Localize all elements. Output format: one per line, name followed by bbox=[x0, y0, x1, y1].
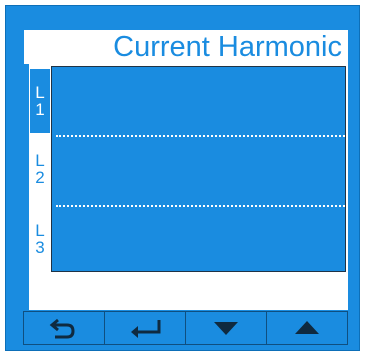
phase-letter: L bbox=[35, 151, 45, 170]
down-triangle-icon bbox=[214, 322, 238, 335]
tab-phase-l3[interactable]: L 3 bbox=[29, 206, 51, 272]
phase-letter: L bbox=[35, 83, 45, 102]
tab-phase-l1[interactable]: L 1 bbox=[29, 68, 51, 134]
device-display-frame: Current Harmonic L 1 L 2 L 3 bbox=[5, 5, 360, 351]
harmonic-display: L 1 L 2 L 3 bbox=[29, 64, 348, 274]
tab-phase-l2[interactable]: L 2 bbox=[29, 136, 51, 202]
down-button[interactable] bbox=[185, 311, 267, 345]
phase-divider bbox=[56, 205, 345, 207]
back-arrow-icon bbox=[49, 318, 75, 339]
phase-divider bbox=[56, 135, 345, 137]
enter-button[interactable] bbox=[104, 311, 186, 345]
page-title: Current Harmonic bbox=[24, 30, 348, 64]
phase-number: 1 bbox=[35, 100, 45, 119]
phase-letter: L bbox=[35, 221, 45, 240]
back-button[interactable] bbox=[23, 311, 105, 345]
up-triangle-icon bbox=[295, 321, 319, 334]
softkey-bar bbox=[23, 311, 348, 345]
phase-number: 3 bbox=[35, 238, 45, 257]
harmonic-plot-area bbox=[51, 66, 346, 272]
phase-number: 2 bbox=[35, 168, 45, 187]
up-button[interactable] bbox=[266, 311, 348, 345]
enter-arrow-icon bbox=[131, 320, 161, 338]
footer-band bbox=[29, 274, 348, 310]
